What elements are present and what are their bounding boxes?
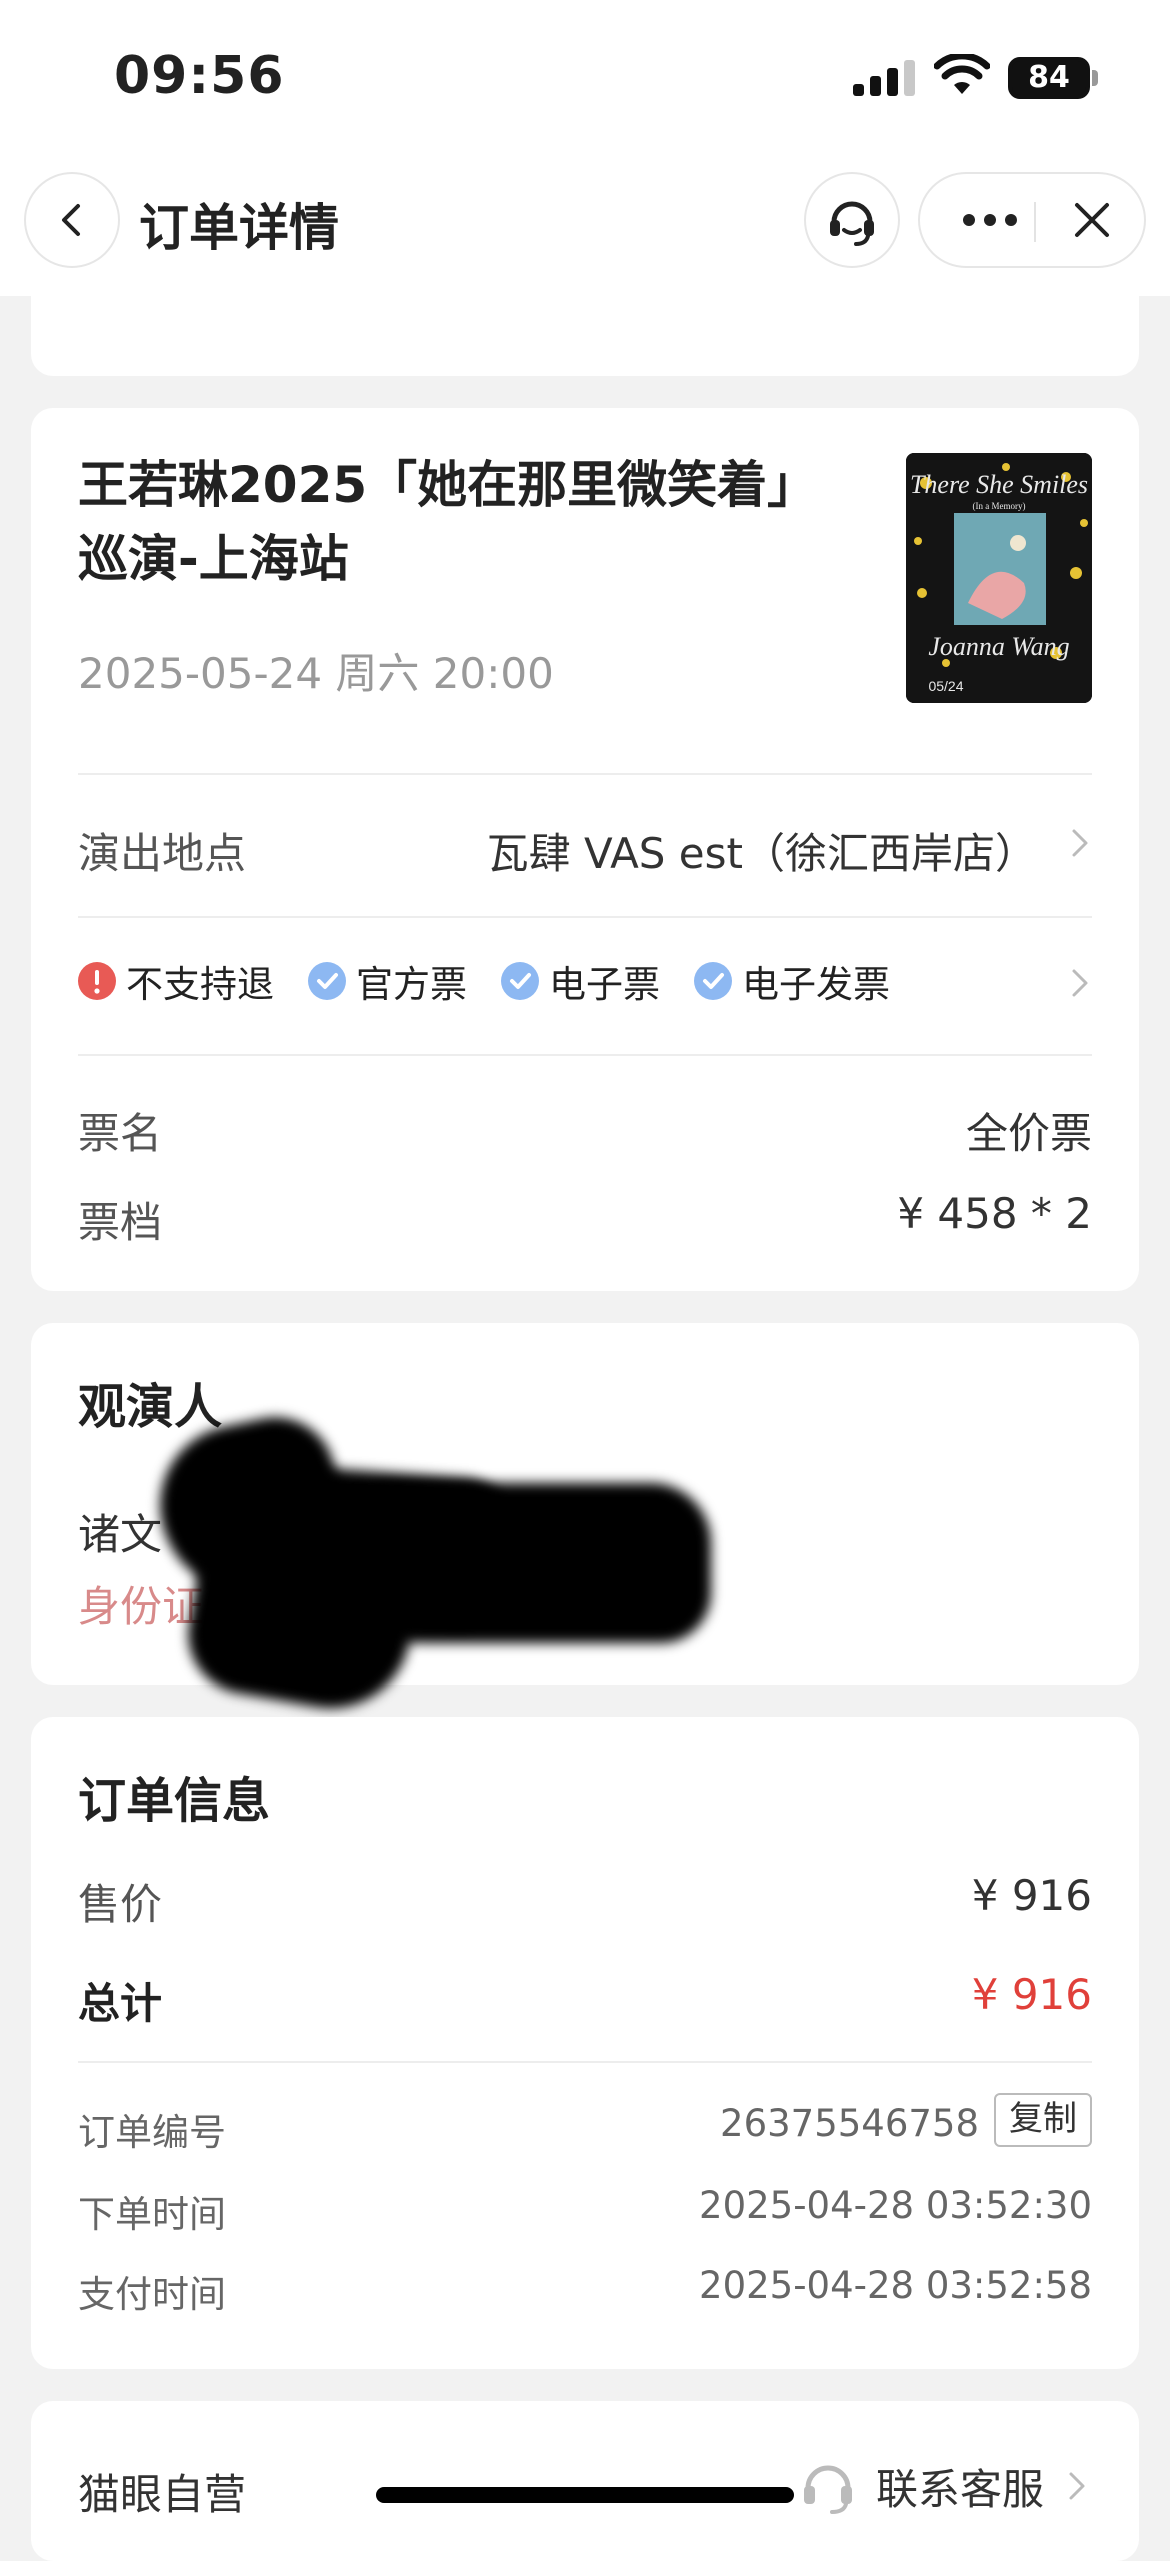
customer-service-button[interactable] (804, 172, 900, 268)
battery-icon: 84 (1008, 57, 1090, 99)
show-poster[interactable]: There She Smiles (In a Memory) Joanna Wa… (906, 453, 1092, 703)
viewer-section-title: 观演人 (78, 1379, 223, 1435)
more-dots-icon (963, 214, 1017, 226)
contact-service-link[interactable]: 联系客服 (796, 2451, 1092, 2521)
venue-label: 演出地点 (78, 829, 247, 878)
tag-label: 不支持退 (126, 963, 274, 1006)
divider (78, 2061, 1092, 2063)
tag-e-ticket: 电子票 (501, 954, 660, 1008)
seller-name: 猫眼自营 (78, 2470, 247, 2519)
paid-time-value: 2025-04-28 03:52:58 (699, 2264, 1092, 2307)
viewer-id-label: 身份证 (78, 1582, 205, 1631)
ticket-tier-value: ¥ 458 * 2 (897, 1189, 1092, 1238)
price-label: 售价 (78, 1880, 163, 1929)
check-circle-icon (308, 962, 346, 1000)
page-title: 订单详情 (139, 199, 339, 257)
back-button[interactable] (24, 172, 120, 268)
headset-icon (830, 201, 874, 246)
divider (78, 916, 1092, 918)
more-button[interactable] (948, 174, 1032, 266)
divider (78, 1054, 1092, 1056)
chevron-right-icon[interactable] (1065, 968, 1095, 998)
cellular-signal-icon (853, 60, 915, 96)
close-button[interactable] (1050, 174, 1134, 266)
copy-order-number-button[interactable]: 复制 (994, 2093, 1092, 2147)
tag-official-ticket: 官方票 (308, 954, 467, 1008)
poster-date: 05/24 (928, 678, 963, 694)
ticket-policy-tags[interactable]: 不支持退 官方票 电子票 电子发票 (78, 956, 924, 1006)
ticket-tier-label: 票档 (78, 1198, 163, 1247)
total-value: ¥ 916 (971, 1970, 1092, 2019)
viewer-card: 观演人 诸文 身份证 110016 (31, 1323, 1139, 1721)
tag-label: 官方票 (356, 963, 467, 1006)
divider (78, 773, 1092, 775)
created-time-label: 下单时间 (78, 2193, 226, 2236)
created-time-value: 2025-04-28 03:52:30 (699, 2184, 1092, 2227)
poster-subtitle: (In a Memory) (973, 501, 1026, 511)
capsule-divider (1034, 202, 1036, 242)
previous-card (31, 296, 1139, 376)
warning-icon (78, 962, 116, 1000)
ticket-name-label: 票名 (78, 1109, 163, 1158)
tag-no-refund: 不支持退 (78, 954, 274, 1008)
paid-time-label: 支付时间 (78, 2273, 226, 2316)
poster-title-bottom: Joanna Wang (928, 632, 1069, 661)
mini-program-capsule (918, 172, 1146, 268)
check-circle-icon (694, 962, 732, 1000)
battery-tip (1092, 70, 1098, 86)
close-icon (1075, 203, 1109, 237)
chevron-right-icon[interactable] (1065, 828, 1095, 858)
order-section-title: 订单信息 (78, 1773, 271, 1829)
check-circle-icon (501, 962, 539, 1000)
home-indicator[interactable] (376, 2487, 794, 2503)
show-datetime: 2025-05-24 周六 20:00 (78, 649, 554, 698)
wifi-icon (934, 54, 990, 94)
order-number-value: 26375546758 (720, 2102, 979, 2145)
tag-e-invoice: 电子发票 (694, 954, 890, 1008)
tag-label: 电子发票 (742, 963, 890, 1006)
show-info-card: 王若琳2025「她在那里微笑着」巡演-上海站 2025-05-24 周六 20:… (31, 408, 1139, 1291)
status-time: 09:56 (114, 46, 285, 106)
total-label: 总计 (78, 1979, 163, 2028)
headset-icon (803, 2465, 852, 2514)
order-number-label: 订单编号 (78, 2111, 226, 2154)
poster-image: There She Smiles (In a Memory) Joanna Wa… (906, 453, 1092, 703)
chevron-left-icon (62, 204, 80, 236)
order-info-card: 订单信息 售价 ¥ 916 总计 ¥ 916 订单编号 26375546758 … (31, 1717, 1139, 2369)
status-bar: 09:56 84 (0, 0, 1170, 150)
tag-label: 电子票 (549, 963, 660, 1006)
contact-service-label: 联系客服 (875, 2464, 1044, 2514)
chevron-right-icon (1069, 2472, 1085, 2500)
viewer-name: 诸文 (78, 1510, 163, 1559)
nav-bar: 订单详情 (0, 150, 1170, 296)
show-title: 王若琳2025「她在那里微笑着」巡演-上海站 (78, 456, 818, 588)
venue-value[interactable]: 瓦肆 VAS est（徐汇西岸店） (487, 820, 1037, 881)
price-value: ¥ 916 (971, 1871, 1092, 1920)
ticket-name-value: 全价票 (965, 1109, 1092, 1158)
poster-title-top: There She Smiles (910, 470, 1088, 499)
seller-card: 猫眼自营 联系客服 (31, 2401, 1139, 2561)
